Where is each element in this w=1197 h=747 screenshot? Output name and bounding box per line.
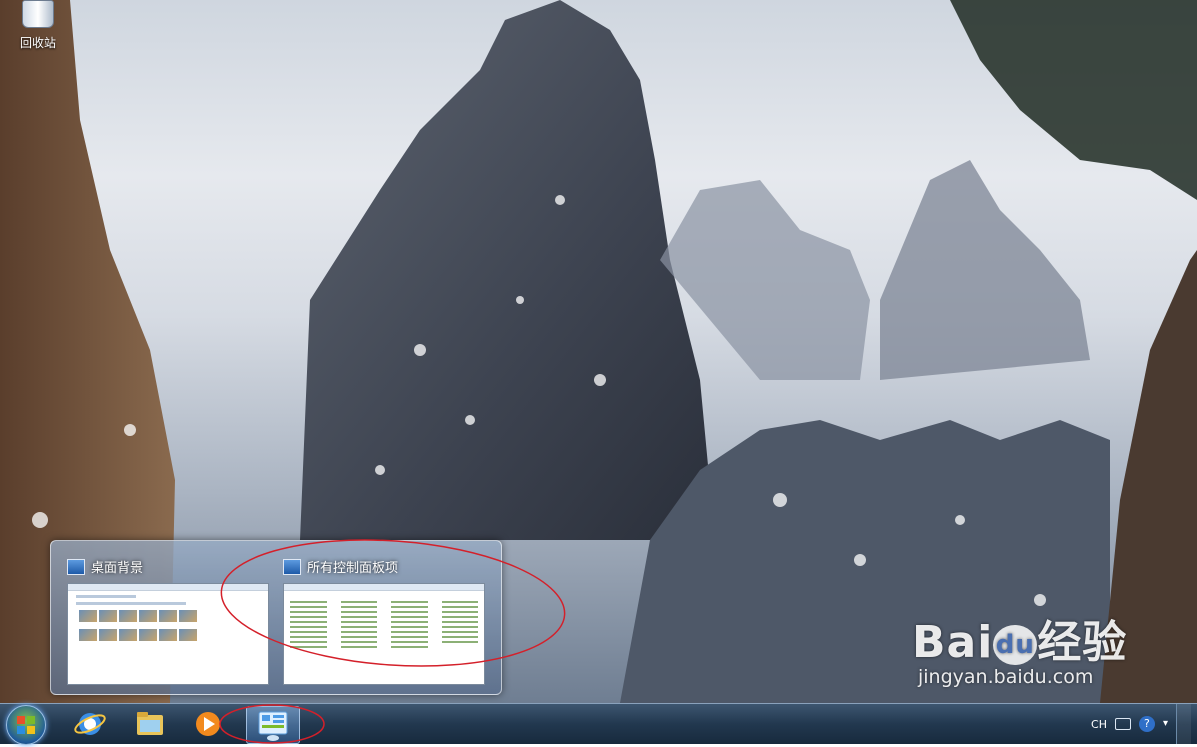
taskbar-control-panel-button[interactable] [246, 706, 300, 744]
media-player-icon [196, 712, 220, 736]
taskbar: CH ? ▾ [0, 703, 1197, 745]
watermark-brand: Bai [912, 617, 994, 668]
taskbar-ie-button[interactable] [64, 706, 116, 742]
recycle-bin-label: 回收站 [19, 36, 56, 50]
thumbnail-title: 所有控制面板项 [307, 561, 399, 576]
control-panel-icon [258, 711, 288, 741]
show-desktop-button[interactable] [1176, 704, 1191, 744]
thumbnail-control-panel[interactable]: 所有控制面板项 [267, 549, 485, 689]
taskbar-media-player-button[interactable] [182, 706, 234, 742]
system-tray: CH ? ▾ [1091, 704, 1197, 744]
thumbnail-window [67, 583, 269, 685]
thumbnail-desktop-background[interactable]: 桌面背景 [51, 549, 269, 689]
taskbar-explorer-button[interactable] [124, 706, 176, 742]
recycle-bin-icon [22, 0, 54, 28]
folder-icon [137, 712, 163, 735]
tray-options-icon[interactable]: ▾ [1163, 719, 1168, 729]
windows-start-icon[interactable] [6, 705, 46, 745]
baidu-watermark: Baidu经验 jingyan.baidu.com [912, 617, 1128, 689]
keyboard-icon[interactable] [1114, 718, 1131, 730]
watermark-brand-suffix: 经验 [1037, 617, 1128, 668]
watermark-paw-icon: du [993, 625, 1038, 665]
thumbnail-window [283, 583, 485, 685]
thumbnail-title: 桌面背景 [91, 561, 144, 576]
control-panel-icon [283, 558, 301, 575]
ie-icon [74, 713, 106, 735]
desktop-background-icon [67, 558, 85, 575]
language-indicator[interactable]: CH [1091, 718, 1107, 731]
recycle-bin[interactable]: 回收站 [14, 0, 62, 51]
help-icon[interactable]: ? [1138, 716, 1155, 732]
taskbar-thumbnail-preview: 桌面背景 所有控制面板项 [50, 540, 502, 695]
desktop[interactable]: 回收站 Baidu经验 jingyan.baidu.com 桌面背景 所有控制面… [0, 0, 1197, 703]
watermark-url: jingyan.baidu.com [918, 666, 1094, 688]
